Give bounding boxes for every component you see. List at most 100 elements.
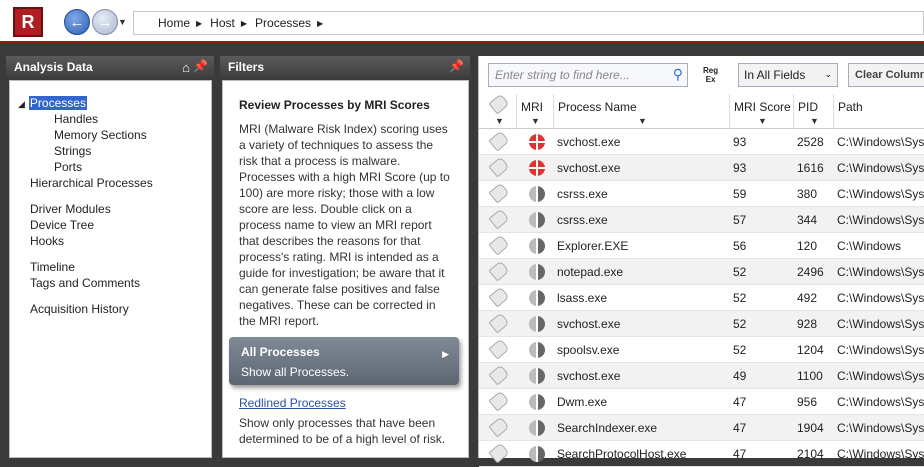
pid-cell: 1904	[797, 421, 824, 435]
tag-icon[interactable]	[488, 208, 510, 230]
medium-risk-icon	[529, 264, 545, 280]
column-header-pid[interactable]: PID ▼	[794, 94, 834, 129]
table-row[interactable]: svchost.exe 49 1100 C:\Windows\System32	[479, 363, 924, 389]
table-row[interactable]: svchost.exe 93 1616 C:\Windows\System32	[479, 155, 924, 181]
tag-icon[interactable]	[488, 234, 510, 256]
filter-icon[interactable]: ▼	[531, 116, 540, 126]
pid-cell: 1100	[797, 369, 823, 383]
process-name-cell: SearchIndexer.exe	[557, 421, 658, 435]
back-button[interactable]: ←	[64, 9, 90, 35]
tag-icon[interactable]	[488, 442, 510, 464]
redlined-processes-link[interactable]: Redlined Processes	[239, 395, 346, 411]
table-row[interactable]: notepad.exe 52 2496 C:\Windows\System32	[479, 259, 924, 285]
search-icon[interactable]: ⚲	[673, 66, 683, 83]
scope-value: In All Fields	[744, 68, 806, 82]
tag-icon[interactable]	[488, 156, 510, 178]
tree-item[interactable]: Tags and Comments	[20, 275, 211, 291]
forward-button[interactable]: →	[92, 9, 118, 35]
column-header-tag[interactable]: ▼	[479, 93, 517, 129]
tree-item[interactable]: Strings	[20, 143, 211, 159]
tag-icon[interactable]	[488, 390, 510, 412]
pid-cell: 2104	[797, 447, 824, 461]
tree-item-label: Tags and Comments	[30, 276, 141, 290]
table-row[interactable]: Dwm.exe 47 956 C:\Windows\System32	[479, 389, 924, 415]
pid-cell: 1616	[797, 161, 824, 175]
home-icon[interactable]: ⌂	[182, 60, 190, 75]
process-name-cell: svchost.exe	[557, 317, 621, 331]
table-row[interactable]: SearchIndexer.exe 47 1904 C:\Windows\System…	[479, 415, 924, 441]
search-input[interactable]: Enter string to find here... ⚲	[488, 63, 688, 87]
path-cell: C:\Windows\System32	[837, 369, 924, 383]
expander-icon[interactable]: ◢	[18, 99, 25, 109]
column-header-path[interactable]: Path	[834, 94, 924, 129]
path-cell: C:\Windows\System32	[837, 161, 924, 175]
table-row[interactable]: lsass.exe 52 492 C:\Windows\System32	[479, 285, 924, 311]
tag-icon[interactable]	[488, 416, 510, 438]
tag-icon[interactable]	[488, 260, 510, 282]
tag-icon[interactable]	[488, 364, 510, 386]
column-header-process-name[interactable]: Process Name ▼	[554, 94, 730, 129]
breadcrumb-separator-icon[interactable]: ▶	[196, 19, 202, 28]
tree-item-label: Acquisition History	[30, 302, 129, 316]
tree-item[interactable]: Timeline	[20, 259, 211, 275]
tree-item[interactable]: Hooks	[20, 233, 211, 249]
breadcrumb-host[interactable]: Host	[210, 16, 235, 30]
filter-icon[interactable]: ▼	[638, 116, 647, 126]
mri-score-cell: 47	[733, 447, 747, 461]
column-header-mri[interactable]: MRI ▼	[517, 94, 554, 129]
process-name-cell: Dwm.exe	[557, 395, 608, 409]
pid-cell: 120	[797, 239, 818, 253]
pid-cell: 956	[797, 395, 818, 409]
breadcrumb-separator-icon[interactable]: ▶	[317, 19, 323, 28]
process-name-cell: svchost.exe	[557, 369, 621, 383]
tree-item[interactable]: Ports	[20, 159, 211, 175]
column-header-mri-score[interactable]: MRI Score ▼	[730, 94, 794, 129]
filter-icon[interactable]: ▼	[495, 116, 504, 126]
tag-icon[interactable]	[488, 130, 510, 152]
mri-score-cell: 59	[733, 187, 747, 201]
tree-item[interactable]: Device Tree	[20, 217, 211, 233]
medium-risk-icon	[529, 316, 545, 332]
breadcrumb-home[interactable]: Home	[158, 16, 190, 30]
tree-item[interactable]: ◢ Processes	[18, 95, 211, 111]
tree-item[interactable]: Memory Sections	[20, 127, 211, 143]
tag-icon[interactable]	[488, 182, 510, 204]
path-cell: C:\Windows\System32	[837, 447, 924, 461]
table-row[interactable]: csrss.exe 57 344 C:\Windows\System32	[479, 207, 924, 233]
tree-item[interactable]: Hierarchical Processes	[20, 175, 211, 191]
breadcrumb: Home ▶ Host ▶ Processes ▶	[133, 11, 924, 35]
path-cell: C:\Windows	[837, 239, 902, 253]
filters-panel: Filters 📌 Review Processes by MRI Scores…	[220, 56, 470, 458]
table-row[interactable]: svchost.exe 93 2528 C:\Windows\System32	[479, 129, 924, 155]
column-label: Process Name	[558, 100, 637, 114]
tree-item[interactable]: Driver Modules	[20, 201, 211, 217]
tree-item[interactable]: Acquisition History	[20, 301, 211, 317]
filter-icon[interactable]: ▼	[810, 116, 819, 126]
history-dropdown-icon[interactable]: ▼	[118, 17, 127, 27]
tag-icon[interactable]	[488, 338, 510, 360]
table-row[interactable]: Explorer.EXE 56 120 C:\Windows	[479, 233, 924, 259]
chevron-down-icon: ⌄	[824, 69, 832, 79]
pin-icon[interactable]: 📌	[449, 59, 464, 73]
filter-icon[interactable]: ▼	[758, 116, 767, 126]
pin-icon[interactable]: 📌	[193, 59, 208, 73]
table-row[interactable]: SearchProtocolHost.exe 47 2104 C:\Windows\S…	[479, 441, 924, 467]
tag-icon[interactable]	[488, 312, 510, 334]
all-processes-button[interactable]: All Processes Show all Processes. ▶	[229, 337, 459, 385]
search-scope-select[interactable]: In All Fields ⌄	[738, 63, 838, 87]
medium-risk-icon	[529, 186, 545, 202]
table-row[interactable]: svchost.exe 52 928 C:\Windows\System32	[479, 311, 924, 337]
breadcrumb-separator-icon[interactable]: ▶	[241, 19, 247, 28]
pid-cell: 2496	[797, 265, 824, 279]
filters-description: MRI (Malware Risk Index) scoring uses a …	[239, 122, 450, 328]
clear-column-filters-button[interactable]: Clear Column Filters	[848, 63, 924, 87]
regex-toggle[interactable]: Reg Ex	[703, 66, 718, 84]
breadcrumb-processes[interactable]: Processes	[255, 16, 311, 30]
tag-icon[interactable]	[488, 286, 510, 308]
path-cell: C:\Windows\System32	[837, 317, 924, 331]
tree-item[interactable]: Handles	[20, 111, 211, 127]
table-row[interactable]: spoolsv.exe 52 1204 C:\Windows\System32	[479, 337, 924, 363]
table-row[interactable]: csrss.exe 59 380 C:\Windows\System32	[479, 181, 924, 207]
high-risk-icon	[529, 134, 545, 150]
column-label: Path	[838, 100, 863, 114]
